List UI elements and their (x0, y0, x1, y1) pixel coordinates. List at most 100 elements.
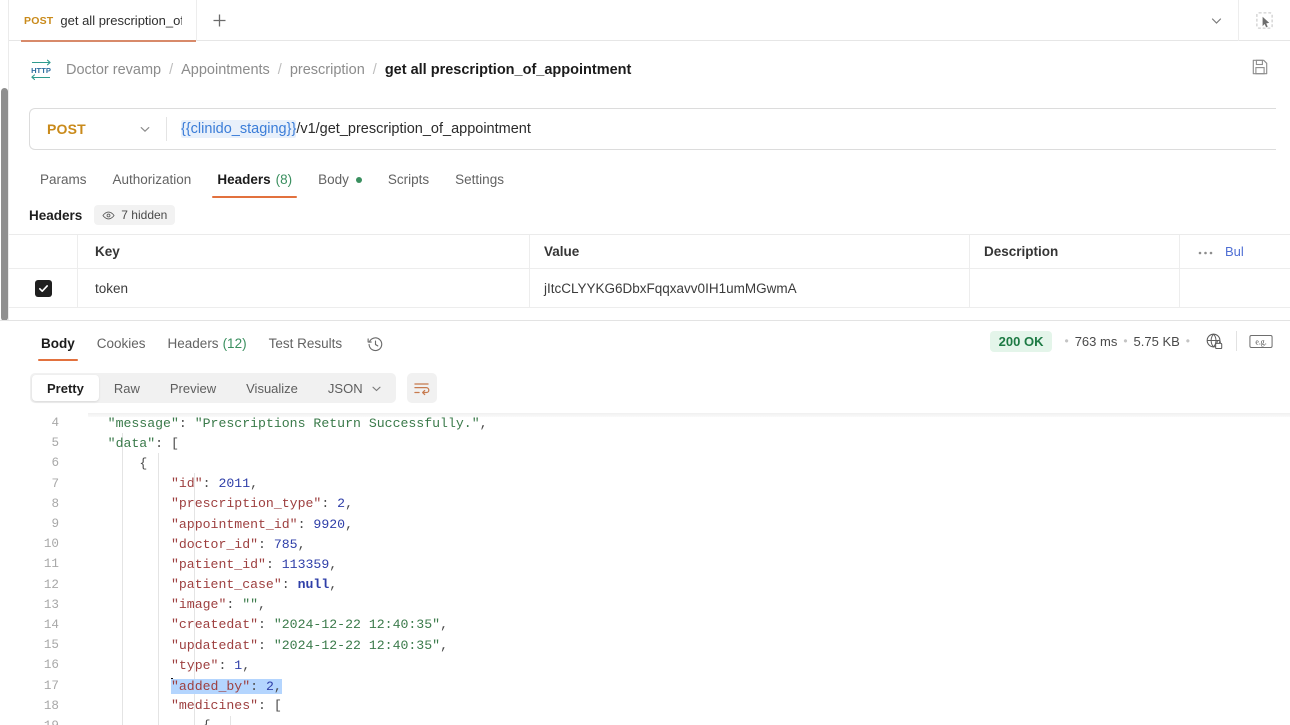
response-body-code-viewer[interactable]: 4 "message": "Prescriptions Return Succe… (0, 413, 1290, 725)
code-line[interactable]: 12 "patient_case": null, (0, 575, 1290, 595)
code-line-text[interactable]: { (76, 718, 1290, 725)
header-key-value[interactable]: token (95, 281, 128, 296)
code-line-text[interactable]: "patient_id": 113359, (76, 557, 1290, 572)
tab-headers[interactable]: Headers (8) (204, 172, 305, 198)
response-size: 5.75 KB (1134, 334, 1180, 349)
response-tab-test-results-label: Test Results (269, 336, 343, 351)
headers-title: Headers (29, 208, 82, 223)
response-tab-test-results[interactable]: Test Results (258, 336, 354, 361)
response-format-select[interactable]: JSON (313, 375, 394, 401)
check-icon (38, 283, 49, 294)
line-number: 9 (0, 517, 76, 531)
tab-body-label: Body (318, 172, 349, 187)
tab-authorization[interactable]: Authorization (100, 172, 205, 198)
code-line[interactable]: 6 { (0, 453, 1290, 473)
line-number: 12 (0, 578, 76, 592)
tab-scripts[interactable]: Scripts (375, 172, 442, 198)
code-line[interactable]: 15 "updatedat": "2024-12-22 12:40:35", (0, 635, 1290, 655)
tab-list-dropdown-button[interactable] (1194, 13, 1238, 28)
response-tab-headers[interactable]: Headers (12) (157, 336, 258, 361)
code-line-text[interactable]: "createdat": "2024-12-22 12:40:35", (76, 617, 1290, 632)
header-row-checkbox[interactable] (35, 280, 52, 297)
response-format-label: JSON (328, 381, 363, 396)
breadcrumb-separator: / (373, 62, 377, 78)
hidden-headers-toggle[interactable]: 7 hidden (94, 205, 175, 225)
line-number: 15 (0, 638, 76, 652)
tab-body[interactable]: Body (305, 172, 375, 198)
bulk-edit-button[interactable]: Bul (1225, 244, 1244, 259)
url-variable-token: {{clinido_staging}} (181, 120, 296, 138)
line-number: 13 (0, 598, 76, 612)
breadcrumb-item-workspace[interactable]: Doctor revamp (66, 62, 161, 78)
code-line-text[interactable]: "medicines": [ (76, 698, 1290, 713)
code-line[interactable]: 19 { (0, 716, 1290, 725)
url-path-text: /v1/get_prescription_of_appointment (296, 121, 531, 137)
code-line-text[interactable]: "doctor_id": 785, (76, 537, 1290, 552)
response-history-button[interactable] (353, 336, 394, 361)
code-line-text[interactable]: "patient_case": null, (76, 577, 1290, 592)
breadcrumb-bar: HTTP Doctor revamp / Appointments / pres… (9, 41, 1290, 98)
word-wrap-icon (413, 381, 430, 396)
viewer-mode-preview[interactable]: Preview (155, 375, 231, 401)
code-line[interactable]: 18 "medicines": [ (0, 696, 1290, 716)
code-line-text[interactable]: "updatedat": "2024-12-22 12:40:35", (76, 638, 1290, 653)
tab-settings[interactable]: Settings (442, 172, 517, 198)
table-row-partial[interactable] (9, 308, 1290, 320)
cursor-tool-button[interactable] (1238, 0, 1290, 41)
word-wrap-toggle[interactable] (407, 373, 437, 403)
chevron-down-icon (138, 122, 152, 136)
postman-app: POST get all prescription_of_a (0, 0, 1290, 725)
code-line[interactable]: 5 "data": [ (0, 433, 1290, 453)
request-tab-get-all-prescription[interactable]: POST get all prescription_of_a (9, 0, 197, 41)
code-line[interactable]: 16 "type": 1, (0, 655, 1290, 675)
code-line[interactable]: 14 "createdat": "2024-12-22 12:40:35", (0, 615, 1290, 635)
http-method-select[interactable]: POST (30, 109, 166, 149)
code-line[interactable]: 7 "id": 2011, (0, 474, 1290, 494)
line-number: 4 (0, 416, 76, 430)
headers-more-options-button[interactable] (1198, 243, 1213, 261)
new-tab-button[interactable] (197, 0, 241, 41)
response-tab-body[interactable]: Body (30, 336, 86, 361)
save-request-button[interactable] (1250, 57, 1270, 82)
code-line[interactable]: 13 "image": "", (0, 595, 1290, 615)
header-value-value[interactable]: jItcCLYYKG6DbxFqqxavv0IH1umMGwmA (544, 281, 797, 296)
code-line[interactable]: 17 "added_by": 2, (0, 675, 1290, 695)
line-number: 10 (0, 537, 76, 551)
status-divider (1236, 331, 1237, 351)
code-line-text[interactable]: "message": "Prescriptions Return Success… (76, 416, 1290, 431)
code-line-text[interactable]: "prescription_type": 2, (76, 496, 1290, 511)
breadcrumb-item-folder[interactable]: Appointments (181, 62, 270, 78)
code-line-text[interactable]: "image": "", (76, 597, 1290, 612)
code-line[interactable]: 4 "message": "Prescriptions Return Succe… (0, 413, 1290, 433)
code-line-text[interactable]: "id": 2011, (76, 476, 1290, 491)
cursor-select-icon (1255, 11, 1274, 30)
tab-params-label: Params (40, 172, 87, 187)
tab-params[interactable]: Params (29, 172, 100, 198)
tab-strip: POST get all prescription_of_a (9, 0, 1290, 41)
viewer-mode-visualize[interactable]: Visualize (231, 375, 313, 401)
breadcrumb-item-subfolder[interactable]: prescription (290, 62, 365, 78)
viewer-mode-raw[interactable]: Raw (99, 375, 155, 401)
network-security-button[interactable] (1196, 332, 1233, 351)
tab-headers-count: (8) (276, 172, 293, 187)
viewer-mode-pretty[interactable]: Pretty (32, 375, 99, 401)
response-tab-headers-label: Headers (168, 336, 219, 351)
url-input[interactable]: {{clinido_staging}} /v1/get_prescription… (167, 109, 1276, 149)
code-line[interactable]: 9 "appointment_id": 9920, (0, 514, 1290, 534)
code-line-text[interactable]: "added_by": 2, (76, 678, 1290, 694)
code-lines-container: 4 "message": "Prescriptions Return Succe… (0, 413, 1290, 725)
tab-settings-label: Settings (455, 172, 504, 187)
code-line[interactable]: 10 "doctor_id": 785, (0, 534, 1290, 554)
sidebar-scrollbar-thumb[interactable] (1, 88, 8, 321)
table-row[interactable]: token jItcCLYYKG6DbxFqqxavv0IH1umMGwmA (9, 269, 1290, 308)
code-line[interactable]: 8 "prescription_type": 2, (0, 494, 1290, 514)
method-label: POST (47, 121, 86, 137)
code-line-text[interactable]: "appointment_id": 9920, (76, 517, 1290, 532)
response-tab-cookies[interactable]: Cookies (86, 336, 157, 361)
code-line-text[interactable]: "type": 1, (76, 658, 1290, 673)
history-clock-icon (367, 336, 384, 353)
code-line-text[interactable]: { (76, 456, 1290, 471)
code-line[interactable]: 11 "patient_id": 113359, (0, 554, 1290, 574)
code-line-text[interactable]: "data": [ (76, 436, 1290, 451)
response-example-button[interactable]: e.g. (1240, 333, 1282, 350)
